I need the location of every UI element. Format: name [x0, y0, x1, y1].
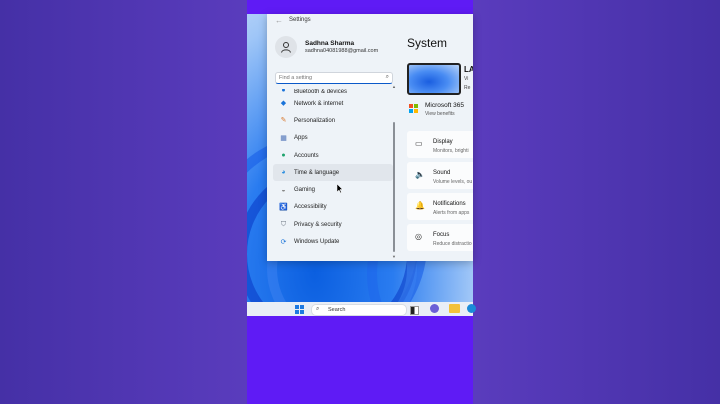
display-icon: ▭	[415, 139, 423, 148]
bottom-band	[247, 316, 473, 404]
search-input[interactable]	[279, 73, 375, 83]
scrollbar-thumb[interactable]	[393, 122, 395, 252]
accessibility-icon: ♿	[279, 203, 288, 211]
card-subtitle: Volume levels, ou	[433, 179, 473, 185]
sidebar-item-label: Personalization	[294, 117, 336, 124]
gamepad-icon: ◒	[281, 186, 286, 194]
search-icon: ⌕	[385, 74, 389, 80]
sidebar-item-accessibility[interactable]: ♿ Accessibility	[273, 199, 393, 216]
back-arrow-icon[interactable]: ←	[275, 16, 283, 25]
card-subtitle: Reduce distractio	[433, 241, 472, 247]
sidebar-item-accounts[interactable]: ● Accounts	[273, 147, 393, 164]
sidebar-item-apps[interactable]: ▦ Apps	[273, 130, 393, 147]
bell-icon: 🔔	[415, 201, 425, 210]
sidebar-item-label: Accessibility	[294, 204, 327, 211]
widgets-icon[interactable]	[410, 306, 419, 315]
sidebar-item-label: Accounts	[294, 152, 319, 159]
title-bar: ← Settings	[267, 14, 473, 28]
card-title: Notifications	[433, 201, 466, 207]
device-thumbnail[interactable]	[407, 63, 461, 95]
sidebar-item-gaming[interactable]: ◒ Gaming	[273, 181, 393, 198]
card-subtitle: Monitors, brighti	[433, 148, 469, 154]
sidebar-item-windows-update[interactable]: ⟳ Windows Update	[273, 233, 393, 250]
user-email: sadhna04081988@gmail.com	[305, 48, 379, 54]
sidebar-item-network[interactable]: ◆ Network & internet	[273, 95, 393, 112]
device-name[interactable]: LA	[464, 65, 473, 74]
sidebar-item-label: Windows Update	[294, 239, 340, 246]
sidebar-item-time-language[interactable]: ◕ Time & language	[273, 164, 393, 182]
taskbar-search-label: Search	[328, 307, 346, 313]
user-name: Sadhna Sharma	[305, 40, 355, 47]
sidebar-item-label: Time & language	[294, 169, 340, 176]
sidebar-nav: ● Bluetooth & devices ◆ Network & intern…	[273, 89, 393, 259]
sidebar-scrollbar[interactable]: ▲ ▼	[392, 84, 396, 259]
shield-icon: ⛉	[280, 221, 287, 229]
notifications-card[interactable]: 🔔 Notifications Alerts from apps	[407, 193, 473, 220]
card-title: Sound	[433, 170, 451, 176]
device-info: Vi	[464, 76, 469, 82]
avatar[interactable]	[275, 36, 297, 58]
search-icon: ⌕	[316, 306, 320, 312]
sound-icon: 🔈	[415, 170, 425, 179]
wifi-icon: ◆	[280, 100, 287, 108]
mouse-cursor-icon	[337, 184, 343, 193]
top-band	[247, 0, 473, 14]
scroll-up-icon[interactable]: ▲	[392, 84, 396, 89]
apps-icon: ▦	[280, 134, 287, 142]
focus-icon: ◎	[415, 232, 422, 241]
person-icon: ●	[281, 152, 286, 160]
edge-icon[interactable]	[467, 304, 476, 313]
page-title: System	[407, 36, 448, 50]
sidebar-item-label: Apps	[294, 135, 308, 142]
brush-icon: ✎	[280, 117, 287, 125]
update-icon: ⟳	[280, 238, 287, 246]
sound-card[interactable]: 🔈 Sound Volume levels, ou	[407, 162, 473, 189]
globe-icon: ◕	[281, 169, 286, 177]
m365-title[interactable]: Microsoft 365	[425, 102, 464, 109]
chat-icon[interactable]	[430, 304, 439, 313]
sidebar-item-label: Gaming	[294, 187, 316, 194]
file-explorer-icon[interactable]	[449, 304, 460, 313]
sidebar-item-personalization[interactable]: ✎ Personalization	[273, 112, 393, 129]
device-rename[interactable]: Re	[464, 85, 470, 91]
sidebar-item-privacy[interactable]: ⛉ Privacy & security	[273, 216, 393, 233]
card-title: Focus	[433, 232, 450, 238]
microsoft-logo-icon	[409, 104, 418, 113]
sidebar-item-label: Network & internet	[294, 100, 344, 107]
search-field[interactable]: ⌕	[275, 72, 393, 84]
settings-window: ← Settings Sadhna Sharma sadhna04081988@…	[267, 14, 473, 261]
display-card[interactable]: ▭ Display Monitors, brighti	[407, 131, 473, 158]
person-icon	[281, 42, 291, 53]
left-background	[0, 0, 247, 404]
m365-subtitle[interactable]: View benefits	[425, 111, 455, 117]
start-button[interactable]	[295, 305, 304, 314]
card-subtitle: Alerts from apps	[433, 210, 470, 216]
scroll-down-icon[interactable]: ▼	[392, 254, 396, 259]
sidebar-item-label: Privacy & security	[294, 221, 342, 228]
window-title: Settings	[289, 17, 311, 23]
card-title: Display	[433, 139, 453, 145]
taskbar-search[interactable]: ⌕ Search	[311, 304, 407, 316]
right-background	[473, 0, 720, 404]
focus-card[interactable]: ◎ Focus Reduce distractio	[407, 224, 473, 251]
